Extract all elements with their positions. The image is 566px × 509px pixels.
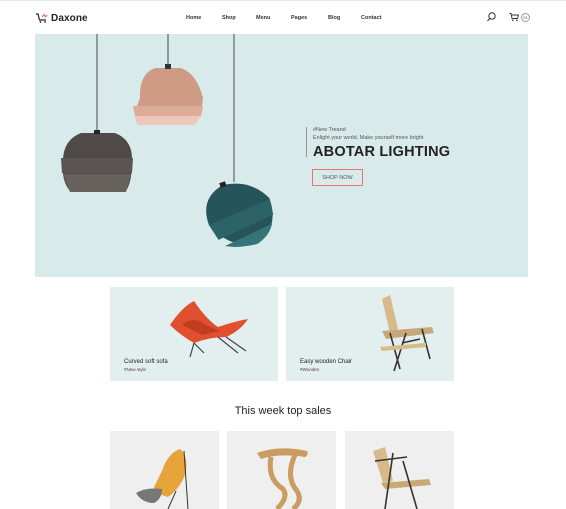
search-icon[interactable] bbox=[487, 12, 496, 22]
site-header: Daxone Home Shop Menu Pages Blog Contact… bbox=[0, 0, 566, 35]
top-sales-heading: This week top sales bbox=[234, 405, 332, 417]
product-card[interactable] bbox=[345, 431, 454, 509]
product-image-folding-chair bbox=[373, 447, 431, 509]
cart-count-badge[interactable]: 01 bbox=[521, 13, 530, 22]
cart-logo-icon bbox=[36, 13, 48, 23]
promo-title: Easy wooden Chair bbox=[300, 359, 353, 365]
hero-accent-line bbox=[306, 127, 307, 157]
brand-name: Daxone bbox=[51, 12, 88, 24]
hero-tag: #New Treand bbox=[313, 127, 346, 133]
dark-pendant-lamp bbox=[61, 130, 133, 192]
promo-subtitle: #Wooden bbox=[300, 367, 320, 372]
promo-card-sofa[interactable]: Curved soft sofa #New style bbox=[110, 287, 278, 381]
product-image-bent-stool bbox=[257, 448, 308, 509]
pendant-lamps-illustration bbox=[61, 34, 274, 247]
hero-banner: #New Treand Enlight your world. Make you… bbox=[35, 34, 528, 277]
pink-pendant-lamp bbox=[133, 64, 203, 125]
promo-card-chair[interactable]: Easy wooden Chair #Wooden bbox=[286, 287, 454, 381]
product-card[interactable] bbox=[227, 431, 336, 509]
teal-pendant-lamp bbox=[206, 181, 274, 247]
nav-item-blog[interactable]: Blog bbox=[328, 15, 340, 21]
nav-item-contact[interactable]: Contact bbox=[361, 15, 381, 21]
product-image-lounge-chair bbox=[136, 449, 189, 509]
nav-item-shop[interactable]: Shop bbox=[222, 15, 236, 21]
promo-subtitle: #New style bbox=[124, 367, 147, 372]
shop-now-button[interactable]: SHOP NOW bbox=[312, 169, 363, 186]
brand-logo[interactable]: Daxone bbox=[36, 11, 88, 25]
nav-item-pages[interactable]: Pages bbox=[291, 15, 307, 21]
hero-subtitle: Enlight your world. Make yourself more b… bbox=[313, 135, 424, 141]
cart-icon[interactable] bbox=[509, 12, 519, 22]
product-card[interactable] bbox=[110, 431, 219, 509]
hero-title: ABOTAR LIGHTING bbox=[313, 144, 451, 160]
nav-item-menu[interactable]: Menu bbox=[256, 15, 270, 21]
nav-item-home[interactable]: Home bbox=[186, 15, 201, 21]
promo-title: Curved soft sofa bbox=[124, 359, 168, 365]
